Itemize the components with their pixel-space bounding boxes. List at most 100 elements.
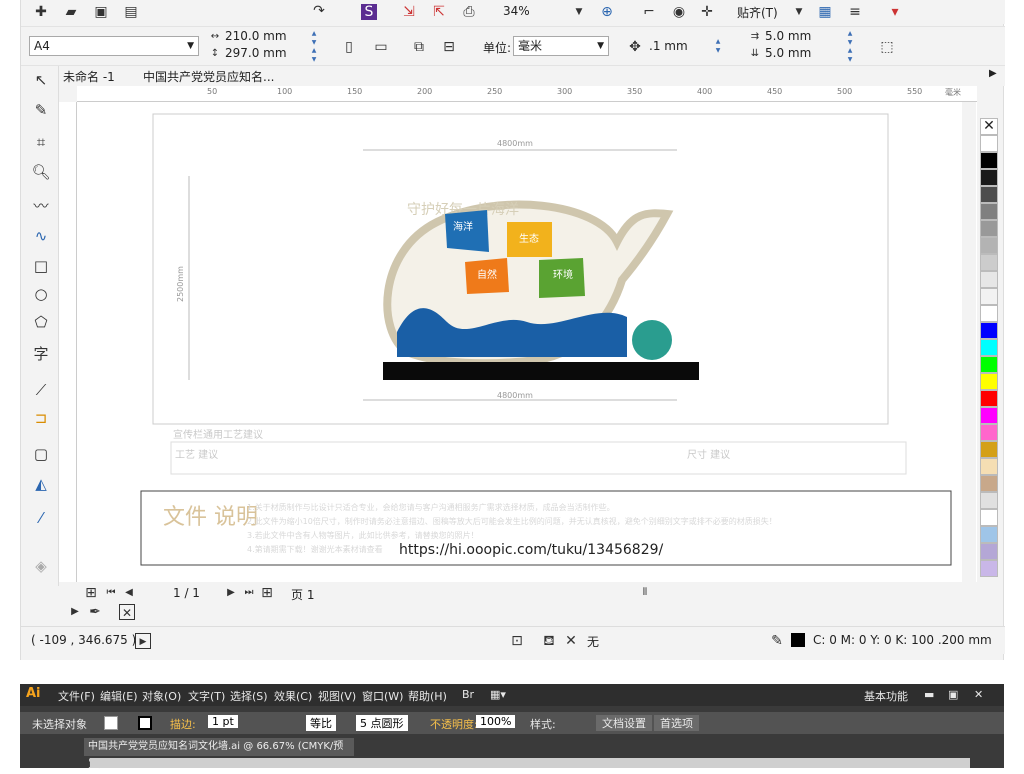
ai-artboard[interactable] [90,758,970,768]
color-swatch[interactable] [980,560,998,577]
polygon-tool-icon[interactable]: ⬠ [31,312,51,332]
tab-untitled[interactable]: 未命名 -1 [63,68,115,85]
open-folder-icon[interactable]: ▰ [63,4,79,20]
bridge-icon[interactable]: Br [462,688,474,701]
prev-page-icon[interactable]: ◀ [121,585,137,601]
color-swatch[interactable] [980,373,998,390]
import-icon[interactable]: ⇲ [401,4,417,20]
launch-icon[interactable]: ▾ [887,4,903,20]
chevron-down-icon[interactable]: ▼ [571,4,587,20]
pick-tool-icon[interactable]: ↖ [31,70,51,90]
ai-document-tab[interactable]: 中国共产党党员应知名词文化墙.ai @ 66.67% (CMYK/预览) ✕ [84,738,354,770]
minimize-icon[interactable]: ▬ [924,688,934,701]
ai-menu-type[interactable]: 文字(T) [188,688,225,704]
brush-definition[interactable]: 5 点圆形 [356,715,408,731]
ellipse-tool-icon[interactable]: ○ [31,284,51,304]
color-manage-icon[interactable]: ⊡ [509,633,525,649]
add-page-end-icon[interactable]: ⊞ [259,585,275,601]
color-swatch[interactable] [980,526,998,543]
nudge-spinner[interactable]: ▲ ▼ [713,37,723,55]
transparency-tool-icon[interactable]: ◭ [31,474,51,494]
zoom-tool-icon[interactable]: 🔍︎ [31,162,51,182]
fill-tool-icon[interactable]: ◈ [31,556,51,576]
color-swatch[interactable] [980,356,998,373]
publish-pdf-icon[interactable]: ⎙ [461,4,477,20]
color-swatch[interactable] [980,152,998,169]
page-width[interactable]: 210.0 mm [225,29,287,43]
landscape-icon[interactable]: ▭ [373,39,389,55]
pen-icon[interactable]: ✒ [87,604,103,620]
no-fill-box-icon[interactable]: ✕ [119,604,135,620]
ai-menu-edit[interactable]: 编辑(E) [100,688,138,704]
fill-swatch[interactable] [104,716,118,730]
duplicate-y[interactable]: 5.0 mm [765,46,811,60]
rulers-icon[interactable]: ⌐ [641,4,657,20]
eyedropper-icon[interactable]: ⁄ [31,508,51,528]
color-swatch[interactable] [980,339,998,356]
color-swatch[interactable] [980,135,998,152]
welcome-screen-icon[interactable]: ▦ [817,4,833,20]
color-swatch[interactable] [980,322,998,339]
shape-tool-icon[interactable]: ✎ [31,100,51,120]
artistic-media-icon[interactable]: ∿ [31,226,51,246]
export-icon[interactable]: ⇱ [431,4,447,20]
workspace-switcher[interactable]: 基本功能 [864,688,908,704]
guides-icon[interactable]: ✛ [699,4,715,20]
color-swatch[interactable] [980,220,998,237]
freehand-tool-icon[interactable]: 〰 [31,196,51,216]
all-pages-icon[interactable]: ⧉ [411,39,427,55]
vertical-ruler[interactable] [59,102,77,582]
color-swatch[interactable] [980,492,998,509]
stroke-label[interactable]: 描边: [170,716,196,732]
ai-menu-file[interactable]: 文件(F) [58,688,95,704]
tab-page-1[interactable]: 页 1 [291,586,314,603]
print-icon[interactable]: ▤ [123,4,139,20]
last-page-icon[interactable]: ⏭ [241,585,257,601]
full-screen-icon[interactable]: ⊕ [599,4,615,20]
color-swatch[interactable] [980,237,998,254]
color-swatch[interactable] [980,305,998,322]
maximize-icon[interactable]: ▣ [948,688,958,701]
dimension-tool-icon[interactable]: ⟋ [31,380,51,400]
color-swatch[interactable] [980,543,998,560]
rectangle-tool-icon[interactable]: □ [31,256,51,276]
color-swatch[interactable] [980,169,998,186]
ai-menu-effect[interactable]: 效果(C) [274,688,312,704]
save-icon[interactable]: ▣ [93,4,109,20]
no-color-swatch[interactable]: ✕ [980,118,998,135]
ai-menu-window[interactable]: 窗口(W) [362,688,403,704]
height-spinner[interactable]: ▲ ▼ [309,46,319,64]
stroke-weight[interactable]: 1 pt [208,715,238,728]
color-swatch[interactable] [980,288,998,305]
current-page-icon[interactable]: ⊟ [441,39,457,55]
redo-icon[interactable]: ↷ [311,3,327,19]
ai-menu-help[interactable]: 帮助(H) [408,688,447,704]
arrange-docs-icon[interactable]: ▦▾ [490,688,506,701]
page-height[interactable]: 297.0 mm [225,46,287,60]
width-spinner[interactable]: ▲ ▼ [309,29,319,47]
preferences-button[interactable]: 首选项 [654,715,699,731]
snap-menu[interactable]: 贴齐(T) [737,4,778,21]
units-select[interactable]: 毫米 ▼ [513,36,609,56]
close-icon[interactable]: ✕ [974,688,983,701]
drawing-canvas[interactable]: 4800mm 4800mm 2500mm 守护好每一片海洋 海洋 生态 自然 环… [77,102,977,582]
add-page-icon[interactable]: ⊞ [83,585,99,601]
ai-menu-select[interactable]: 选择(S) [230,688,268,704]
text-tool-icon[interactable]: 字 [31,344,51,364]
treat-as-filled-icon[interactable]: ⬚ [879,39,895,55]
opacity-value[interactable]: 100% [476,715,516,728]
stroke-swatch[interactable] [138,716,152,730]
search-content-icon[interactable]: S [361,4,377,20]
vertical-scrollbar[interactable] [962,102,976,582]
ai-menu-object[interactable]: 对象(O) [142,688,181,704]
tab-party-doc[interactable]: 中国共产党党员应知名... [143,68,274,85]
new-document-icon[interactable]: ✚ [33,4,49,20]
connector-tool-icon[interactable]: ⊐ [31,408,51,428]
play-icon[interactable]: ▶ [67,604,83,620]
drop-shadow-icon[interactable]: ▢ [31,444,51,464]
duplicate-x[interactable]: 5.0 mm [765,29,811,43]
first-page-icon[interactable]: ⏮ [103,585,119,601]
color-swatch[interactable] [980,254,998,271]
color-swatch[interactable] [980,186,998,203]
document-setup-button[interactable]: 文档设置 [596,715,652,731]
